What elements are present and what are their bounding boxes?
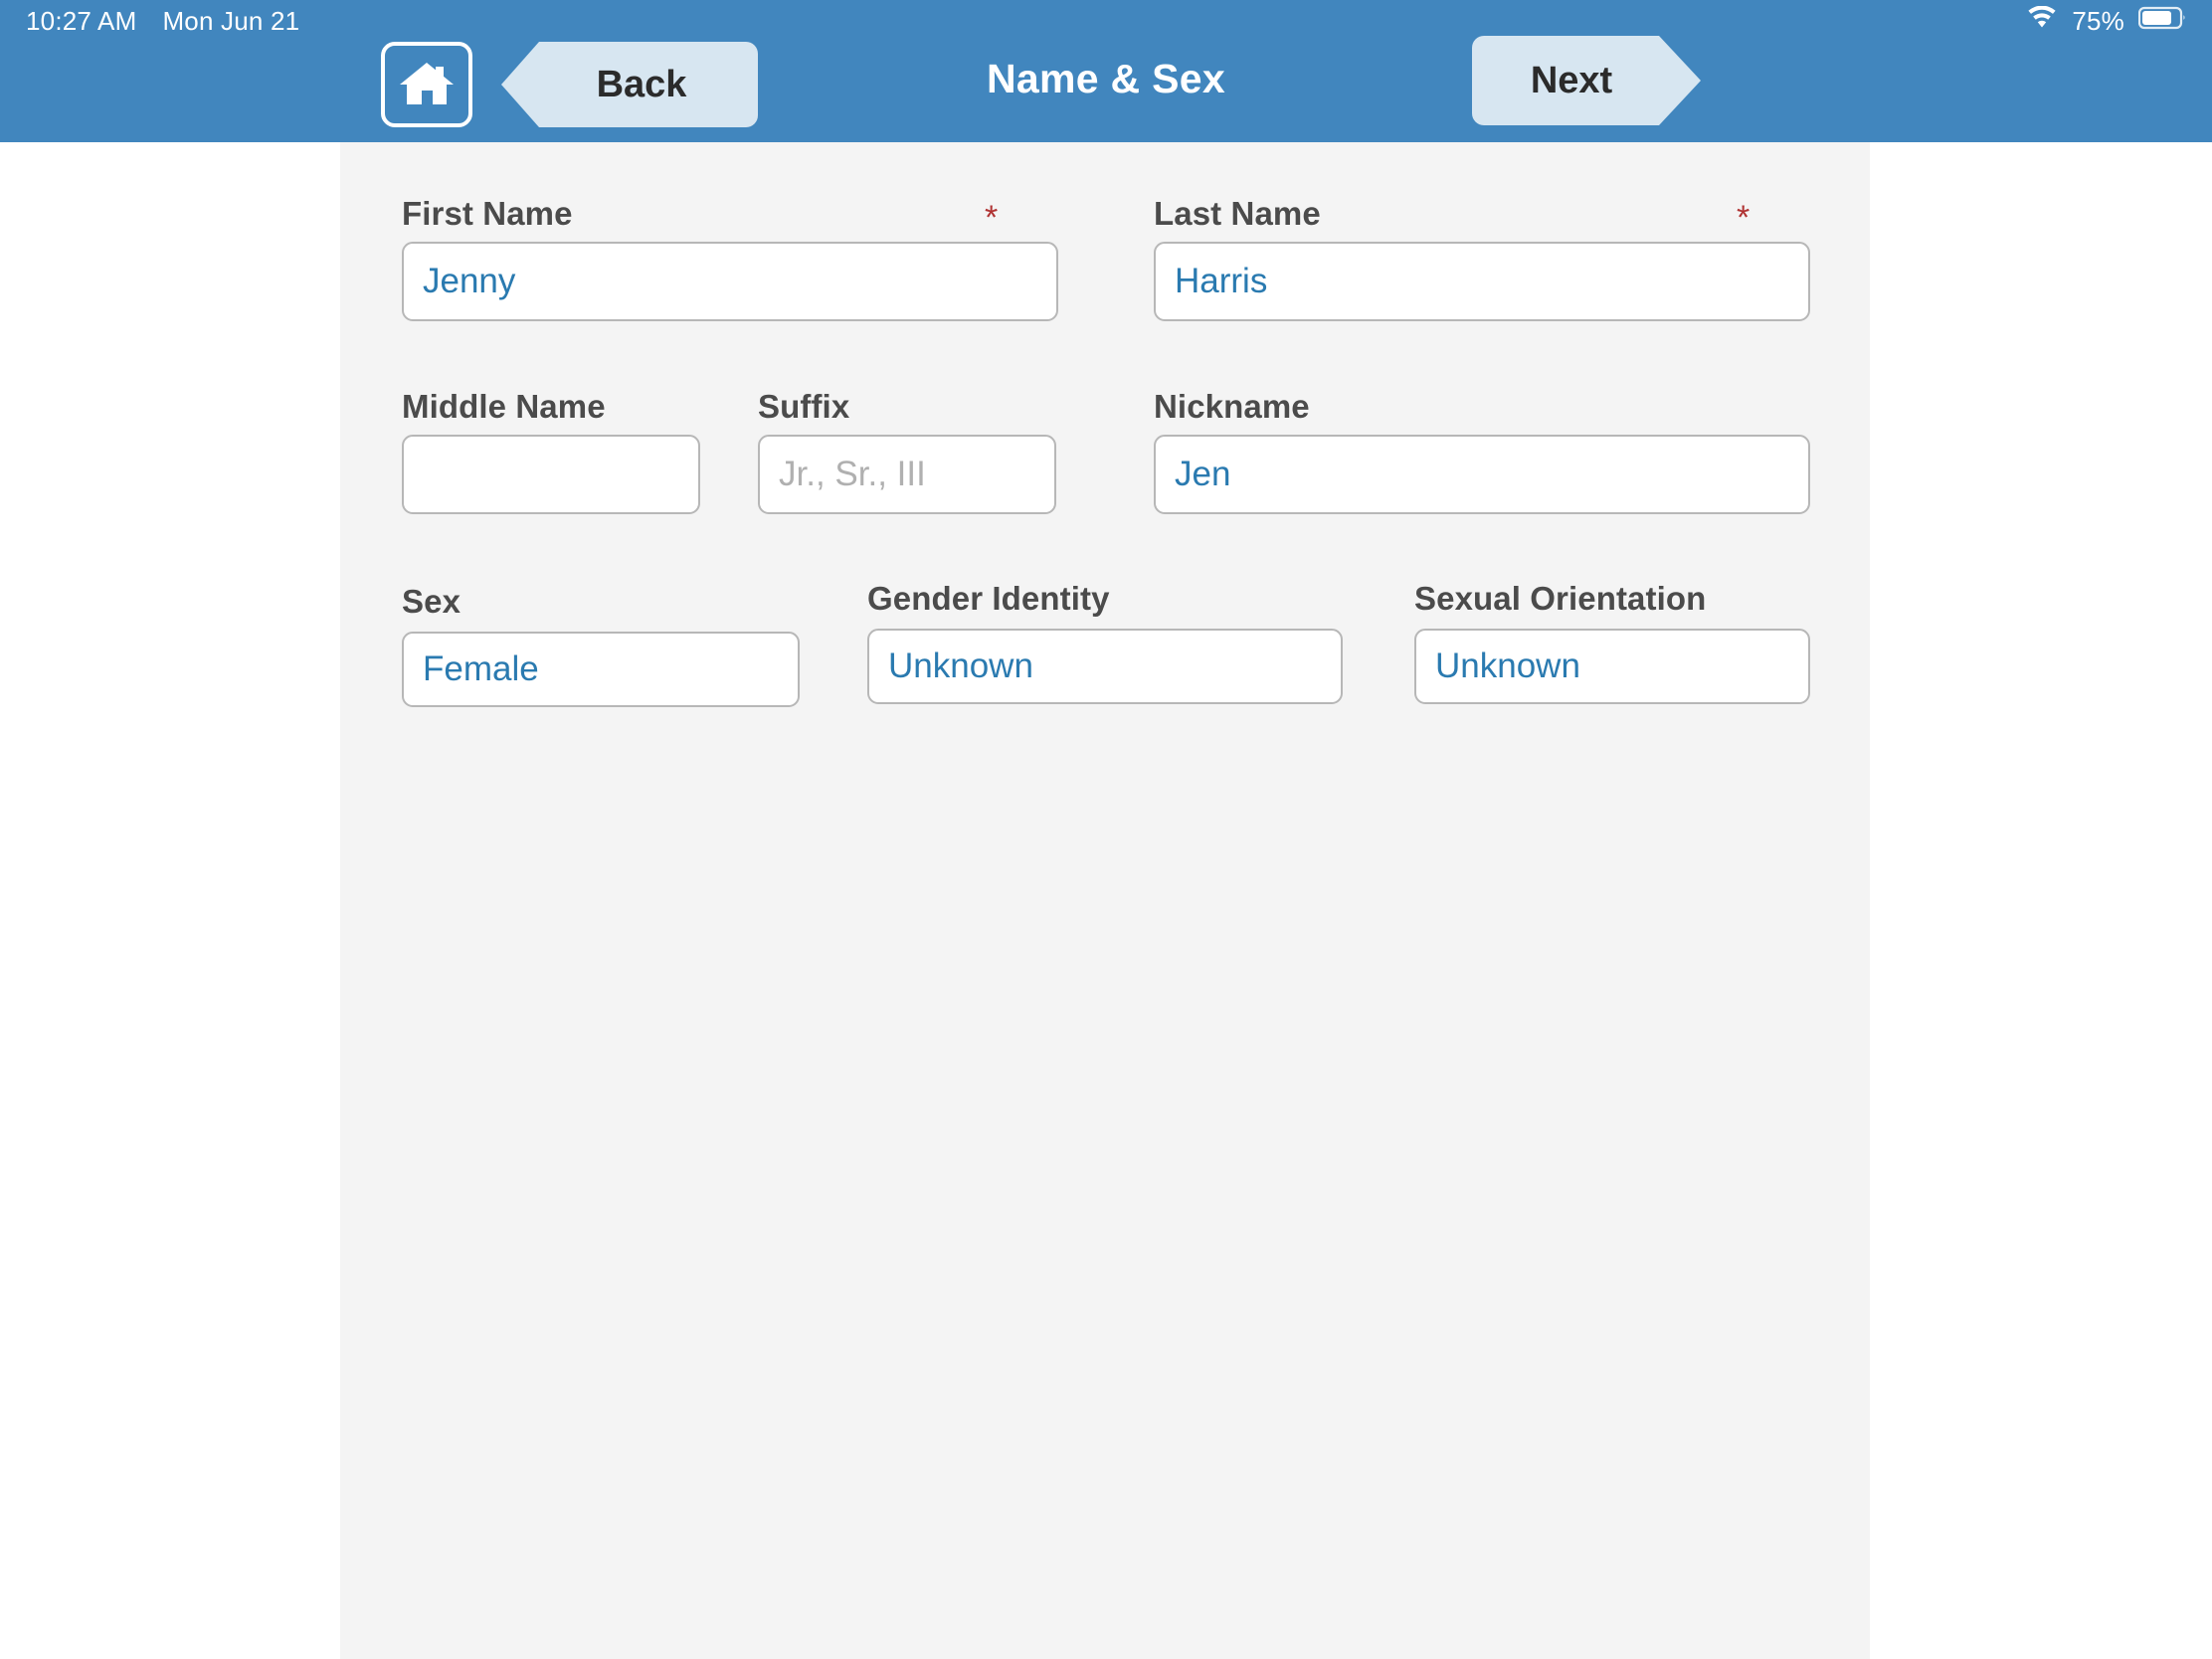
- first-name-required-marker: *: [985, 199, 999, 237]
- suffix-input[interactable]: Jr., Sr., III: [758, 435, 1056, 514]
- ipad-screen: 10:27 AM Mon Jun 21 75% Back Name & Sex …: [0, 0, 2212, 1659]
- status-bar-time: 10:27 AM: [26, 5, 137, 36]
- last-name-input[interactable]: Harris: [1154, 242, 1810, 321]
- first-name-input[interactable]: Jenny: [402, 242, 1058, 321]
- battery-icon: [2137, 6, 2186, 37]
- gender-identity-input[interactable]: Unknown: [867, 629, 1343, 704]
- last-name-required-marker: *: [1737, 199, 1751, 237]
- nickname-label: Nickname: [1154, 388, 1310, 425]
- field-last-name: Last Name * Harris: [1154, 195, 1810, 321]
- suffix-label: Suffix: [758, 388, 850, 425]
- status-bar-right: 75%: [2026, 5, 2186, 37]
- field-sexual-orientation: Sexual Orientation Unknown: [1414, 580, 1810, 704]
- battery-percentage: 75%: [2072, 5, 2124, 36]
- last-name-label: Last Name: [1154, 195, 1321, 232]
- status-bar-date: Mon Jun 21: [162, 5, 300, 36]
- form-content-panel: First Name * Jenny Last Name * Harris Mi…: [340, 142, 1870, 1659]
- sex-input[interactable]: Female: [402, 632, 800, 707]
- first-name-label: First Name: [402, 195, 573, 232]
- page-title: Name & Sex: [986, 56, 1225, 101]
- field-middle-name: Middle Name: [402, 388, 700, 514]
- field-nickname: Nickname Jen: [1154, 388, 1810, 514]
- wifi-icon: [2026, 5, 2058, 37]
- field-suffix: Suffix Jr., Sr., III: [758, 388, 1056, 514]
- gender-identity-label: Gender Identity: [867, 580, 1110, 617]
- next-button[interactable]: Next: [1472, 36, 1701, 125]
- sexual-orientation-input[interactable]: Unknown: [1414, 629, 1810, 704]
- next-button-label: Next: [1530, 59, 1613, 101]
- middle-name-input[interactable]: [402, 435, 700, 514]
- nickname-input[interactable]: Jen: [1154, 435, 1810, 514]
- field-gender-identity: Gender Identity Unknown: [867, 580, 1343, 704]
- sex-label: Sex: [402, 583, 461, 620]
- status-bar: 10:27 AM Mon Jun 21 75%: [0, 0, 2212, 42]
- field-first-name: First Name * Jenny: [402, 195, 1058, 321]
- field-sex: Sex Female: [402, 583, 800, 707]
- status-bar-left: 10:27 AM Mon Jun 21: [26, 6, 299, 37]
- sexual-orientation-label: Sexual Orientation: [1414, 580, 1707, 617]
- middle-name-label: Middle Name: [402, 388, 606, 425]
